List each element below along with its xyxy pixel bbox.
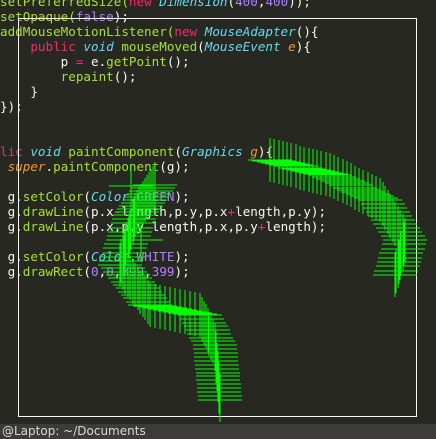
- terminal-title-bar: @Laptop: ~/Documents: [0, 424, 436, 439]
- green-crosshair-trail: [98, 138, 427, 422]
- terminal-title: @Laptop: ~/Documents: [2, 424, 146, 438]
